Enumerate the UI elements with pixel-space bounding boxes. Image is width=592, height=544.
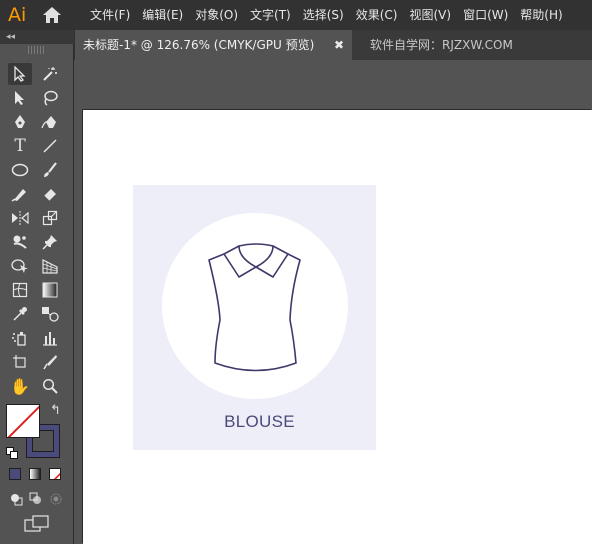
paintbrush-icon[interactable] <box>38 159 62 181</box>
menu-bar: Ai 文件(F) 编辑(E) 对象(O) 文字(T) 选择(S) 效果(C) 视… <box>0 0 592 30</box>
pen-tool-icon[interactable] <box>8 111 32 133</box>
artboard-tool-icon[interactable] <box>8 351 32 373</box>
perspective-grid-icon[interactable] <box>38 255 62 277</box>
fill-color-well[interactable] <box>6 404 40 438</box>
menu-edit[interactable]: 编辑(E) <box>136 0 189 30</box>
menu-file[interactable]: 文件(F) <box>84 0 136 30</box>
pin-icon[interactable] <box>38 231 62 253</box>
selection-tool-icon[interactable] <box>8 63 32 85</box>
menu-help[interactable]: 帮助(H) <box>514 0 568 30</box>
blouse-icon[interactable] <box>203 240 307 376</box>
line-segment-icon[interactable] <box>38 135 62 157</box>
slice-tool-icon[interactable] <box>38 351 62 373</box>
symbol-sprayer-icon[interactable] <box>8 327 32 349</box>
lasso-icon[interactable] <box>38 87 62 109</box>
tab-untitled-1[interactable]: 未标题-1* @ 126.76% (CMYK/GPU 预览) ✖ <box>75 30 352 60</box>
shaper-tool-icon[interactable] <box>8 183 32 205</box>
default-fill-stroke-icon[interactable] <box>6 444 18 459</box>
tab-label: 软件自学网：RJZXW.COM <box>370 38 513 52</box>
mesh-tool-icon[interactable] <box>8 279 32 301</box>
draw-inside-icon[interactable] <box>49 491 63 505</box>
direct-selection-icon[interactable] <box>8 87 32 109</box>
draw-behind-icon[interactable] <box>29 491 43 505</box>
scale-tool-icon[interactable] <box>38 207 62 229</box>
close-tab-icon[interactable]: ✖ <box>334 30 344 60</box>
blouse-label: BLOUSE <box>224 412 295 431</box>
change-screen-mode-icon[interactable] <box>24 515 50 533</box>
draw-normal-icon[interactable] <box>9 491 23 506</box>
color-mode-button[interactable] <box>9 468 21 480</box>
eyedropper-icon[interactable] <box>8 303 32 325</box>
collapse-panel-button[interactable]: ◂◂ <box>0 30 74 44</box>
ellipse-tool-icon[interactable] <box>8 159 32 181</box>
curvature-tool-icon[interactable] <box>38 111 62 133</box>
swap-fill-stroke-icon[interactable]: ↰ <box>50 403 61 418</box>
tab-label: 未标题-1* @ 126.76% (CMYK/GPU 预览) <box>83 38 315 52</box>
menu-effect[interactable]: 效果(C) <box>350 0 404 30</box>
menu-window[interactable]: 窗口(W) <box>457 0 514 30</box>
zoom-tool-icon[interactable] <box>38 375 62 397</box>
column-graph-icon[interactable] <box>38 327 62 349</box>
hand-tool-icon[interactable]: ✋ <box>8 375 32 397</box>
type-tool-icon[interactable]: T <box>8 135 32 157</box>
eraser-icon[interactable] <box>38 183 62 205</box>
home-icon[interactable] <box>42 6 62 24</box>
menu-select[interactable]: 选择(S) <box>297 0 350 30</box>
panel-grip[interactable] <box>28 46 46 54</box>
none-swatch-icon <box>7 405 39 437</box>
menu-type[interactable]: 文字(T) <box>244 0 297 30</box>
illustrator-logo: Ai <box>8 4 27 26</box>
blend-tool-icon[interactable] <box>38 303 62 325</box>
menu-view[interactable]: 视图(V) <box>403 0 457 30</box>
puppet-warp-icon[interactable] <box>8 231 32 253</box>
gradient-mode-button[interactable] <box>29 468 41 480</box>
menu-object[interactable]: 对象(O) <box>189 0 244 30</box>
reflect-tool-icon[interactable] <box>8 207 32 229</box>
shape-builder-icon[interactable] <box>8 255 32 277</box>
tab-rjzxw[interactable]: 软件自学网：RJZXW.COM <box>352 30 592 60</box>
main-menu: 文件(F) 编辑(E) 对象(O) 文字(T) 选择(S) 效果(C) 视图(V… <box>84 0 569 30</box>
magic-wand-icon[interactable] <box>38 63 62 85</box>
none-mode-button[interactable] <box>49 468 61 480</box>
gradient-tool-icon[interactable] <box>38 279 62 301</box>
